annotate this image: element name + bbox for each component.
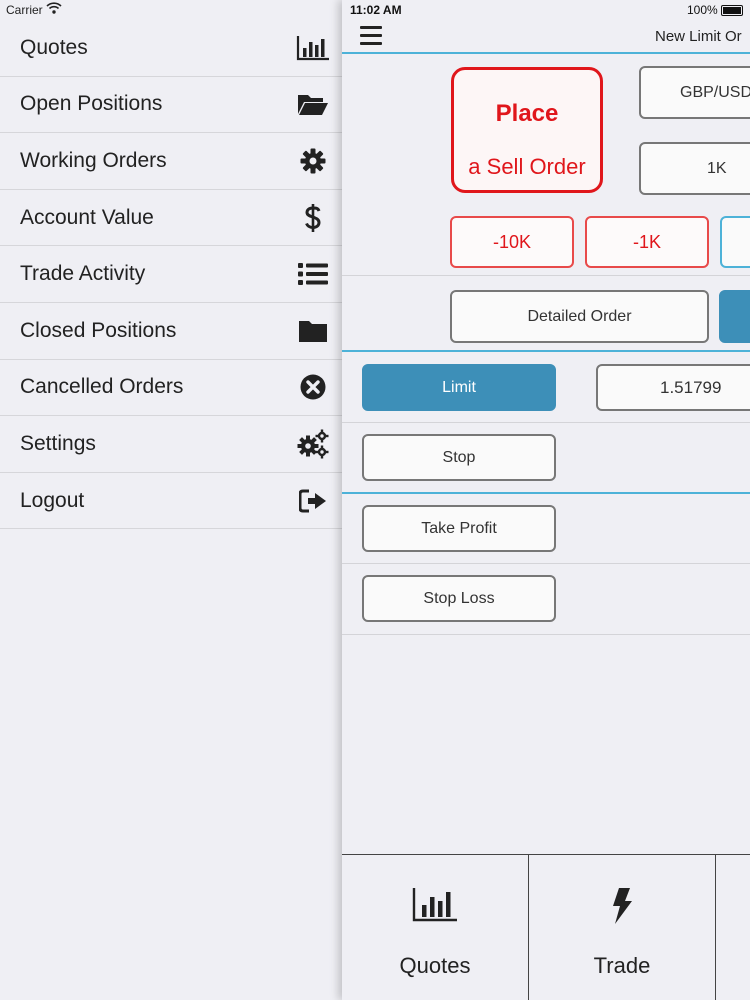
section-divider: [342, 350, 750, 352]
limit-toggle-button[interactable]: Limit: [362, 364, 556, 411]
navigation-bar: New Limit Or: [342, 20, 750, 54]
bar-chart-icon: [296, 33, 330, 63]
menu-item-open-positions[interactable]: Open Positions: [0, 77, 342, 134]
status-time: 11:02 AM: [350, 3, 402, 17]
lightning-icon: [610, 887, 634, 930]
menu-item-label: Closed Positions: [20, 318, 177, 342]
menu-item-label: Account Value: [20, 205, 154, 229]
stop-label: Stop: [442, 448, 476, 466]
tab-trade-label: Trade: [593, 953, 651, 978]
menu-item-quotes[interactable]: Quotes: [0, 20, 342, 77]
gears-icon: [296, 429, 330, 459]
tab-quotes[interactable]: Quotes: [342, 855, 529, 1000]
quantity-field[interactable]: 1K: [639, 142, 750, 195]
sell-button-line2: a Sell Order: [468, 154, 586, 179]
take-profit-toggle-button[interactable]: Take Profit: [362, 505, 556, 552]
list-icon: [296, 259, 330, 289]
wifi-icon: [46, 2, 62, 14]
decrease-10k-button[interactable]: -10K: [450, 216, 574, 268]
folder-open-icon: [296, 89, 330, 119]
menu-item-cancelled-orders[interactable]: Cancelled Orders: [0, 360, 342, 417]
divider: [342, 634, 750, 635]
submit-order-button[interactable]: [719, 290, 750, 343]
detailed-order-button[interactable]: Detailed Order: [450, 290, 709, 343]
stop-loss-toggle-button[interactable]: Stop Loss: [362, 575, 556, 622]
menu-item-label: Working Orders: [20, 148, 167, 172]
sign-out-icon: [296, 486, 330, 516]
menu-item-label: Trade Activity: [20, 262, 146, 286]
tab-bar: Quotes Trade: [342, 854, 750, 1000]
divider: [342, 275, 750, 276]
menu-item-label: Quotes: [20, 35, 88, 59]
limit-label: Limit: [442, 378, 476, 396]
tab-trade[interactable]: Trade: [529, 855, 716, 1000]
status-battery: 100%: [687, 3, 743, 17]
menu-item-logout[interactable]: Logout: [0, 473, 342, 530]
stop-toggle-button[interactable]: Stop: [362, 434, 556, 481]
sell-button-line1: Place: [495, 100, 559, 127]
menu-item-label: Cancelled Orders: [20, 375, 184, 399]
menu-list: Quotes Open Positions Working Orders Acc…: [0, 20, 342, 530]
close-circle-icon: [296, 372, 330, 402]
menu-item-settings[interactable]: Settings: [0, 416, 342, 473]
menu-item-working-orders[interactable]: Working Orders: [0, 133, 342, 190]
menu-item-label: Settings: [20, 431, 96, 455]
detailed-order-label: Detailed Order: [527, 307, 632, 325]
menu-item-account-value[interactable]: Account Value: [0, 190, 342, 247]
increase-quantity-button[interactable]: [720, 216, 750, 268]
folder-icon: [296, 316, 330, 346]
limit-price-value: 1.51799: [660, 377, 722, 397]
limit-price-input[interactable]: 1.51799: [596, 364, 750, 411]
dollar-icon: [296, 203, 330, 233]
quantity-value: 1K: [707, 159, 727, 177]
stop-loss-label: Stop Loss: [423, 589, 495, 607]
divider: [342, 563, 750, 564]
take-profit-label: Take Profit: [421, 519, 497, 537]
decrease-10k-label: -10K: [492, 231, 532, 252]
menu-item-closed-positions[interactable]: Closed Positions: [0, 303, 342, 360]
place-sell-order-button[interactable]: Place a Sell Order: [451, 67, 603, 193]
carrier-label: Carrier: [6, 3, 43, 17]
decrease-1k-label: -1K: [632, 231, 661, 252]
status-bar-left: Carrier: [0, 0, 342, 20]
menu-item-trade-activity[interactable]: Trade Activity: [0, 246, 342, 303]
menu-item-label: Logout: [20, 488, 85, 512]
section-divider: [342, 492, 750, 494]
tab-quotes-label: Quotes: [399, 953, 471, 978]
battery-percent: 100%: [687, 3, 718, 17]
hamburger-menu-icon[interactable]: [360, 26, 382, 46]
currency-pair-value: GBP/USD: [680, 83, 750, 101]
page-title: New Limit Or: [655, 28, 742, 45]
menu-item-label: Open Positions: [20, 92, 163, 116]
gear-icon: [296, 146, 330, 176]
decrease-1k-button[interactable]: -1K: [585, 216, 709, 268]
order-panel: 11:02 AM 100% New Limit Or Place a Sell …: [342, 0, 750, 1000]
currency-pair-select[interactable]: GBP/USD: [639, 66, 750, 119]
battery-icon: [720, 4, 743, 16]
tab-more[interactable]: [716, 855, 750, 1000]
side-menu: Carrier Quotes Open Positions Working Or…: [0, 0, 342, 1000]
divider: [342, 422, 750, 423]
bar-chart-icon: [412, 887, 458, 928]
